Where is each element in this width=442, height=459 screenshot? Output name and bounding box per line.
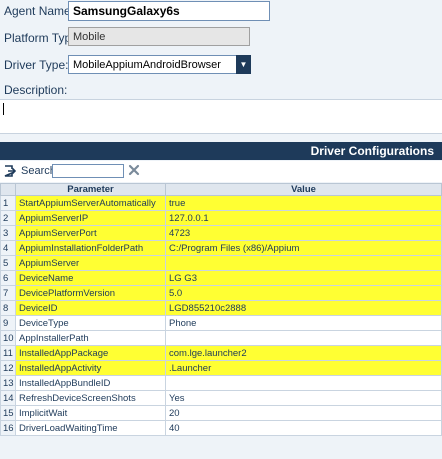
parameter-cell: AppiumServer bbox=[15, 255, 166, 271]
table-row[interactable]: 13 InstalledAppBundleID bbox=[0, 375, 442, 391]
value-cell[interactable] bbox=[165, 330, 442, 346]
parameter-cell: RefreshDeviceScreenShots bbox=[15, 390, 166, 406]
value-cell[interactable]: 20 bbox=[165, 405, 442, 421]
table-row[interactable]: 12 InstalledAppActivity .Launcher bbox=[0, 360, 442, 376]
value-cell[interactable]: Phone bbox=[165, 315, 442, 331]
value-cell[interactable]: 4723 bbox=[165, 225, 442, 241]
parameter-cell: AppiumServerPort bbox=[15, 225, 166, 241]
row-number: 15 bbox=[0, 405, 16, 421]
driver-config-header: Driver Configurations bbox=[0, 142, 442, 160]
value-cell[interactable] bbox=[165, 255, 442, 271]
row-number: 10 bbox=[0, 330, 16, 346]
row-number: 11 bbox=[0, 345, 16, 361]
table-header-row: Parameter Value bbox=[0, 183, 442, 196]
value-cell[interactable]: .Launcher bbox=[165, 360, 442, 376]
parameter-column-header[interactable]: Parameter bbox=[15, 183, 166, 196]
description-label: Description: bbox=[4, 83, 68, 97]
parameter-cell: InstalledAppBundleID bbox=[15, 375, 166, 391]
table-row[interactable]: 9 DeviceType Phone bbox=[0, 315, 442, 331]
row-number: 16 bbox=[0, 420, 16, 436]
value-column-header[interactable]: Value bbox=[165, 183, 442, 196]
value-cell[interactable]: LG G3 bbox=[165, 270, 442, 286]
agent-name-input[interactable]: SamsungGalaxy6s bbox=[68, 1, 270, 21]
search-input[interactable] bbox=[52, 164, 124, 178]
value-cell[interactable]: com.lge.launcher2 bbox=[165, 345, 442, 361]
driver-type-select[interactable]: MobileAppiumAndroidBrowser bbox=[68, 55, 251, 74]
value-cell[interactable]: C:/Program Files (x86)/Appium bbox=[165, 240, 442, 256]
text-caret bbox=[3, 103, 4, 115]
platform-type-field: Mobile bbox=[68, 27, 250, 46]
table-row[interactable]: 4 AppiumInstallationFolderPath C:/Program … bbox=[0, 240, 442, 256]
table-row[interactable]: 11 InstalledAppPackage com.lge.launcher2 bbox=[0, 345, 442, 361]
table-row[interactable]: 7 DevicePlatformVersion 5.0 bbox=[0, 285, 442, 301]
value-cell[interactable]: 40 bbox=[165, 420, 442, 436]
row-number: 6 bbox=[0, 270, 16, 286]
driver-config-table: Parameter Value 1 StartAppiumServerAutoma… bbox=[0, 183, 442, 436]
row-number: 2 bbox=[0, 210, 16, 226]
driver-type-label: Driver Type: bbox=[4, 58, 69, 72]
row-number: 12 bbox=[0, 360, 16, 376]
export-icon[interactable] bbox=[4, 165, 16, 177]
table-row[interactable]: 5 AppiumServer bbox=[0, 255, 442, 271]
parameter-cell: InstalledAppPackage bbox=[15, 345, 166, 361]
chevron-down-icon[interactable]: ▼ bbox=[236, 55, 251, 74]
value-cell[interactable]: 5.0 bbox=[165, 285, 442, 301]
parameter-cell: DeviceID bbox=[15, 300, 166, 316]
table-row[interactable]: 15 ImplicitWait 20 bbox=[0, 405, 442, 421]
parameter-cell: AppInstallerPath bbox=[15, 330, 166, 346]
parameter-cell: DevicePlatformVersion bbox=[15, 285, 166, 301]
row-number: 13 bbox=[0, 375, 16, 391]
table-row[interactable]: 6 DeviceName LG G3 bbox=[0, 270, 442, 286]
table-row[interactable]: 2 AppiumServerIP 127.0.0.1 bbox=[0, 210, 442, 226]
value-cell[interactable]: Yes bbox=[165, 390, 442, 406]
row-number: 14 bbox=[0, 390, 16, 406]
value-cell[interactable]: true bbox=[165, 195, 442, 211]
table-row[interactable]: 1 StartAppiumServerAutomatically true bbox=[0, 195, 442, 211]
description-textarea[interactable] bbox=[0, 99, 442, 134]
row-number: 9 bbox=[0, 315, 16, 331]
parameter-cell: StartAppiumServerAutomatically bbox=[15, 195, 166, 211]
row-number: 3 bbox=[0, 225, 16, 241]
value-cell[interactable]: LGD855210c2888 bbox=[165, 300, 442, 316]
row-number: 8 bbox=[0, 300, 16, 316]
parameter-cell: DeviceType bbox=[15, 315, 166, 331]
value-cell[interactable] bbox=[165, 375, 442, 391]
table-row[interactable]: 14 RefreshDeviceScreenShots Yes bbox=[0, 390, 442, 406]
row-number: 4 bbox=[0, 240, 16, 256]
table-row[interactable]: 10 AppInstallerPath bbox=[0, 330, 442, 346]
row-number: 1 bbox=[0, 195, 16, 211]
row-number-header bbox=[0, 183, 16, 196]
row-number: 7 bbox=[0, 285, 16, 301]
row-number: 5 bbox=[0, 255, 16, 271]
parameter-cell: DriverLoadWaitingTime bbox=[15, 420, 166, 436]
parameter-cell: InstalledAppActivity bbox=[15, 360, 166, 376]
table-row[interactable]: 16 DriverLoadWaitingTime 40 bbox=[0, 420, 442, 436]
value-cell[interactable]: 127.0.0.1 bbox=[165, 210, 442, 226]
table-row[interactable]: 8 DeviceID LGD855210c2888 bbox=[0, 300, 442, 316]
parameter-cell: ImplicitWait bbox=[15, 405, 166, 421]
clear-search-icon[interactable] bbox=[128, 164, 140, 176]
agent-name-label: Agent Name: bbox=[4, 4, 75, 18]
parameter-cell: AppiumServerIP bbox=[15, 210, 166, 226]
table-row[interactable]: 3 AppiumServerPort 4723 bbox=[0, 225, 442, 241]
parameter-cell: AppiumInstallationFolderPath bbox=[15, 240, 166, 256]
parameter-cell: DeviceName bbox=[15, 270, 166, 286]
search-bar: Search: bbox=[0, 161, 442, 182]
